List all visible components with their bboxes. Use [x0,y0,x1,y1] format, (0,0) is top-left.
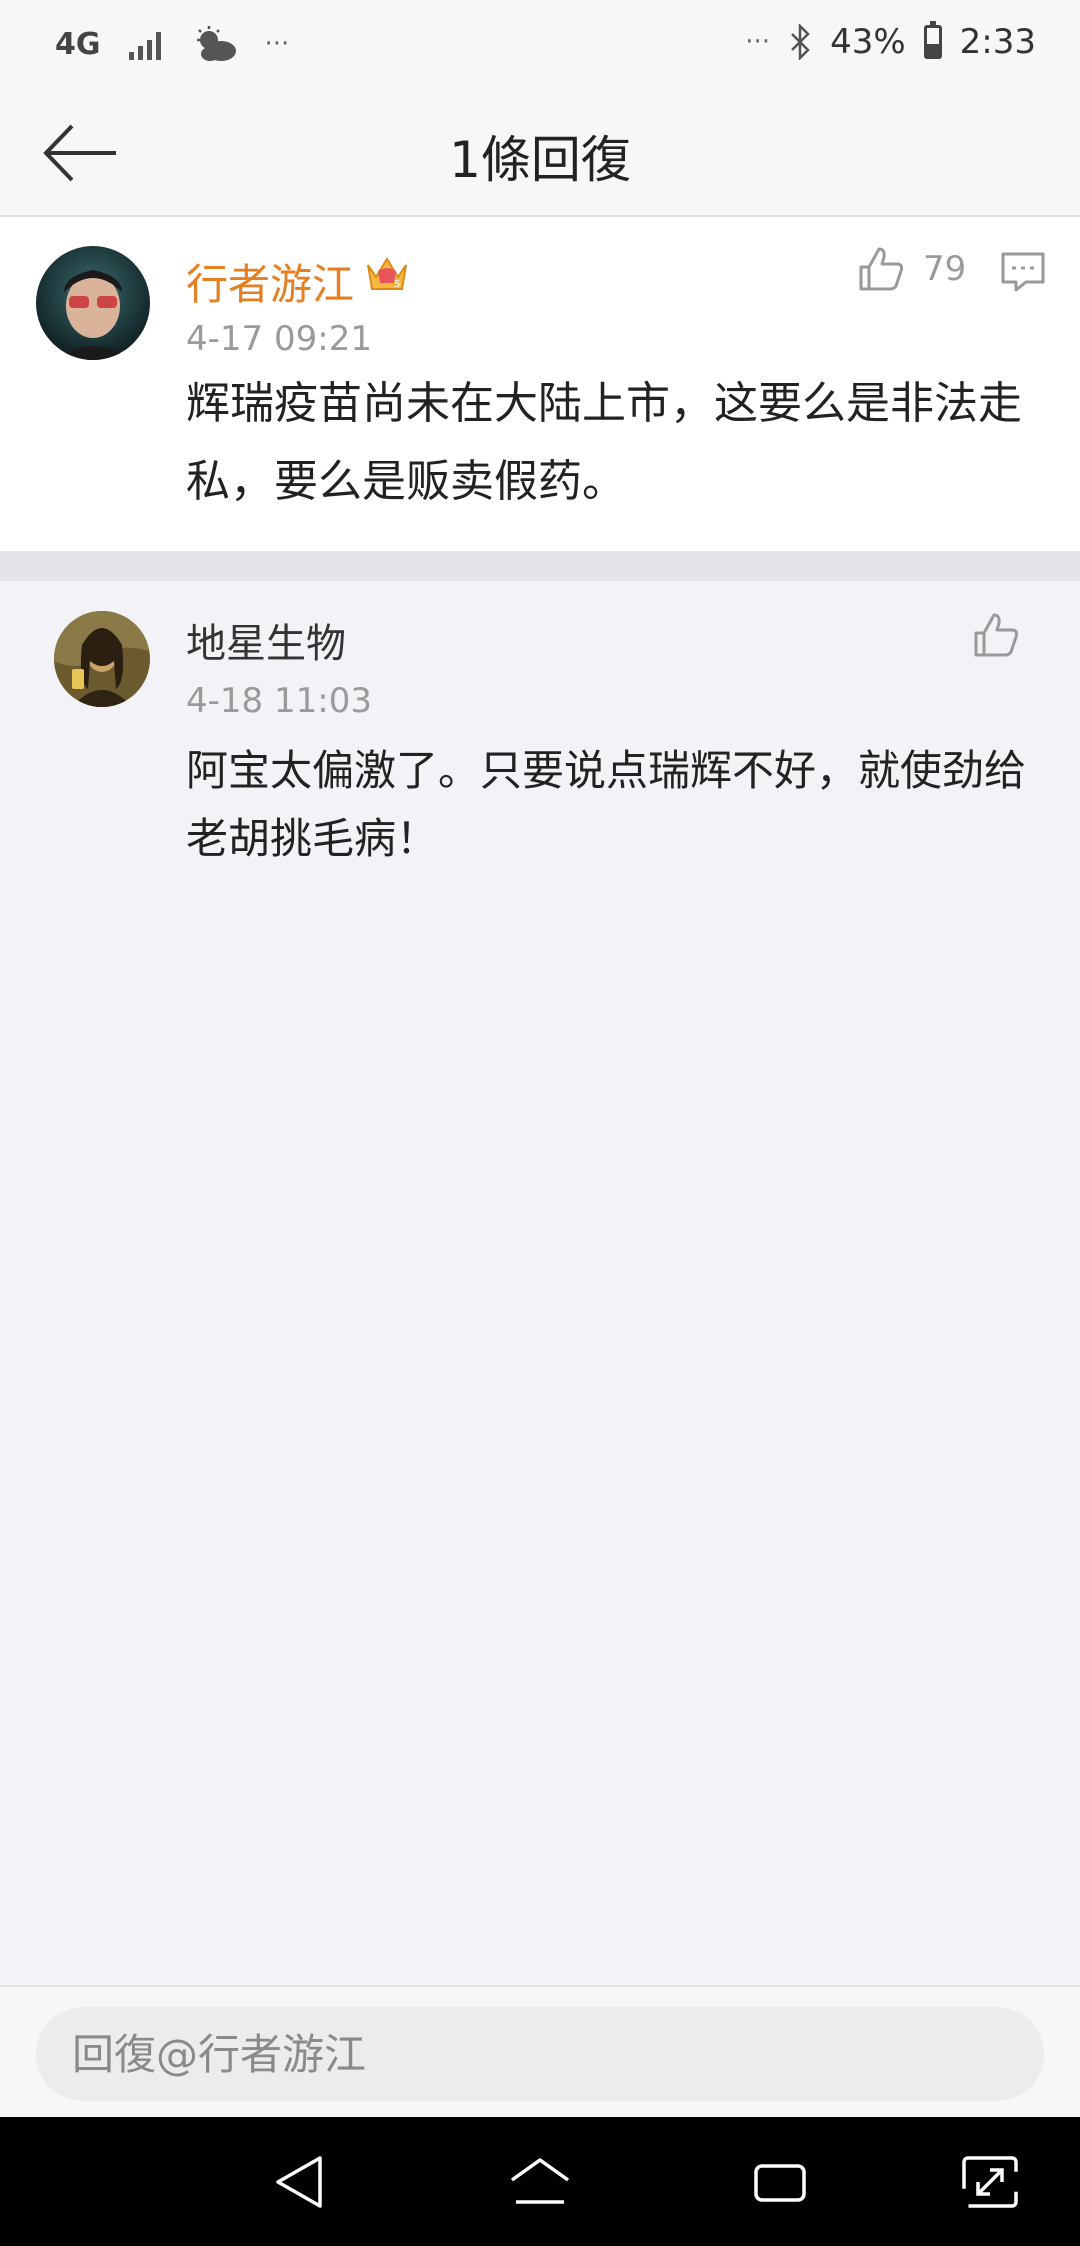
reply-button[interactable] [1000,251,1046,297]
section-divider [0,551,1080,581]
recent-apps-icon [754,2164,806,2202]
reply-avatar-image [54,611,150,707]
comment-icon [1001,252,1045,292]
battery-icon [923,21,942,59]
avatar-image [36,246,150,360]
triangle-back-icon [276,2156,322,2208]
reply-input[interactable] [36,2007,1044,2101]
expand-icon [962,2156,1018,2208]
like-button[interactable]: 79 [857,245,966,293]
bluetooth-icon [791,24,810,60]
page-title: 1條回復 [449,131,631,189]
reply-avatar[interactable] [54,611,150,707]
crown-badge-icon: 5 [367,257,407,290]
more-notifications: ··· [264,29,290,59]
nav-back-button[interactable] [268,2152,332,2212]
reply-list: 地星生物 4-18 11:03 阿宝太偏激了。只要说点瑞辉不好，就使劲给老胡挑毛… [0,581,1080,1985]
status-right: ··· 43% 2:33 [745,21,1036,62]
thumbs-up-icon [974,613,1019,657]
comment-text: 辉瑞疫苗尚未在大陆上市，这要么是非法走私，要么是贩卖假药。 [186,378,1022,507]
reply-like-button[interactable] [972,611,1020,659]
thumbs-up-icon [859,247,904,291]
clock: 2:33 [959,22,1036,62]
signal-icon [128,32,161,60]
reply-timestamp: 4-18 11:03 [186,681,372,721]
comment-timestamp: 4-17 09:21 [186,319,372,359]
main-comment: 行者游江 5 4-17 09:21 79 辉瑞疫苗尚未在大陆上市，这要么是非法走… [0,217,1080,551]
status-left: 4G ··· [55,24,289,64]
home-icon [510,2158,570,2204]
nav-recent-button[interactable] [748,2152,812,2212]
battery-percent: 43% [830,22,906,62]
header: 1條回復 [0,90,1080,217]
weather-icon [196,26,236,61]
nav-home-button[interactable] [508,2152,572,2212]
reply-text: 阿宝太偏激了。只要说点瑞辉不好，就使劲给老胡挑毛病！ [186,746,1027,863]
avatar[interactable] [36,246,150,360]
network-indicator: 4G [55,26,101,62]
screen: 4G ··· ··· 43% 2:33 1條回復 行者游江 5 4-17 09:… [0,0,1080,2246]
nav-expand-button[interactable] [958,2152,1022,2212]
system-nav-bar [0,2117,1080,2246]
like-count: 79 [923,249,967,289]
svg-text:5: 5 [394,279,400,290]
more-status: ··· [745,27,771,57]
status-bar: 4G ··· ··· 43% 2:33 [0,0,1080,90]
reply-username[interactable]: 地星生物 [186,611,346,669]
reply-input-bar [0,1985,1080,2117]
username[interactable]: 行者游江 [186,251,354,312]
